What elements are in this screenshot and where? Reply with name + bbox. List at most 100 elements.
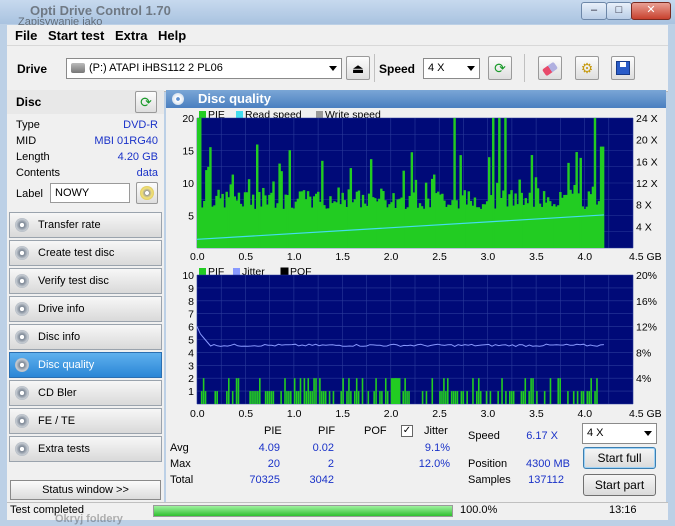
settings-button[interactable]: ⚙	[575, 56, 599, 80]
pif-bar	[501, 378, 503, 404]
pif-bar	[266, 391, 269, 404]
pif-bar	[431, 378, 434, 404]
pif-bar	[373, 391, 375, 404]
pif-bar	[270, 391, 273, 404]
pif-bar	[237, 378, 240, 404]
y-tick-label: 10	[182, 178, 194, 190]
disc-icon	[15, 274, 29, 288]
pif-bar	[307, 378, 310, 404]
legend-swatch	[316, 111, 323, 118]
erase-button[interactable]	[538, 56, 562, 80]
pif-bar	[284, 378, 286, 404]
pif-bar	[290, 391, 292, 404]
pif-bar	[259, 378, 261, 404]
disc-label-button[interactable]	[136, 182, 158, 204]
pif-bar	[454, 391, 457, 404]
y-tick-label: 2	[188, 373, 194, 385]
nav-label: Create test disc	[38, 247, 115, 259]
avg-jitter: 9.1%	[424, 442, 450, 454]
pif-bar	[228, 378, 230, 404]
eject-button[interactable]: ⏏	[346, 56, 370, 80]
pif-bar	[596, 378, 598, 404]
nav-drive-info[interactable]: Drive info	[9, 296, 162, 322]
test-speed-select[interactable]: 4 X	[582, 423, 657, 444]
legend-swatch	[236, 111, 243, 118]
eraser-icon	[541, 61, 559, 77]
menu-help[interactable]: Help	[158, 28, 186, 43]
menu-file[interactable]: File	[15, 28, 37, 43]
panel-header: Disc quality	[166, 90, 666, 108]
disc-icon	[15, 386, 29, 400]
pif-bar	[381, 391, 383, 404]
drive-select[interactable]: (P:) ATAPI iHBS112 2 PL06	[66, 58, 342, 79]
pif-bar	[367, 391, 370, 404]
nav-label: Disc quality	[38, 359, 95, 371]
y2-tick-label: 16 X	[636, 156, 658, 168]
nav-label: CD Bler	[38, 387, 77, 399]
drive-label: Drive	[17, 62, 48, 76]
floppy-icon	[616, 61, 630, 75]
nav-fe-te[interactable]: FE / TE	[9, 408, 162, 434]
disc-info-key: Type	[16, 119, 40, 131]
close-button[interactable]: ✕	[631, 2, 671, 20]
y2-tick-label: 12 X	[636, 178, 658, 190]
nav-create-test-disc[interactable]: Create test disc	[9, 240, 162, 266]
nav-label: Extra tests	[38, 443, 90, 455]
y2-tick-label: 16%	[636, 296, 657, 308]
maximize-button[interactable]: □	[606, 2, 632, 20]
speed-select[interactable]: 4 X	[423, 58, 480, 79]
pif-bar	[472, 378, 474, 404]
pif-bar	[272, 391, 275, 404]
pie-chart: PIE Read speed Write speed0.0 0.5 1.0 1.5 2.0 2…	[182, 109, 661, 263]
nav-disc-quality[interactable]: Disc quality	[9, 352, 162, 378]
pif-bar	[443, 378, 445, 404]
pif-bar	[340, 391, 342, 404]
x-tick-label: 1.0	[287, 408, 302, 420]
chevron-down-icon	[329, 66, 337, 71]
chevron-down-icon	[467, 66, 475, 71]
nav-label: Disc info	[38, 331, 81, 343]
menu-extra[interactable]: Extra	[115, 28, 148, 43]
stats-col-jitter: Jitter	[424, 425, 448, 437]
pif-bar	[355, 378, 358, 404]
nav-cd-bler[interactable]: CD Bler	[9, 380, 162, 406]
max-pif: 2	[327, 458, 334, 470]
pif-bar	[594, 391, 596, 404]
nav-extra-tests[interactable]: Extra tests	[9, 436, 162, 462]
disc-label-field[interactable]: NOWY	[50, 183, 130, 203]
max-pie: 20	[267, 458, 280, 470]
x-tick-label: 0.5	[238, 408, 253, 420]
save-button[interactable]	[611, 56, 635, 80]
refresh-speed-button[interactable]: ⟳	[488, 56, 512, 80]
nav-verify-test-disc[interactable]: Verify test disc	[9, 268, 162, 294]
pif-bar	[466, 391, 468, 404]
refresh-icon: ⟳	[140, 94, 152, 110]
menu-start-test[interactable]: Start test	[48, 28, 104, 43]
pif-bar	[580, 391, 583, 404]
pif-bar	[384, 378, 387, 404]
y2-tick-label: 4 X	[636, 221, 652, 233]
menu-bar: File Start test Extra Help	[7, 25, 668, 45]
jitter-checkbox[interactable]: ✓	[401, 425, 413, 437]
pif-bar	[286, 391, 288, 404]
stats-row-avg: Avg	[170, 442, 189, 454]
minimize-button[interactable]: –	[581, 2, 607, 20]
toolbar: Drive (P:) ATAPI iHBS112 2 PL06 ⏏ Speed …	[7, 45, 668, 92]
nav-disc-info[interactable]: Disc info	[9, 324, 162, 350]
pif-bar	[489, 391, 492, 404]
start-full-button[interactable]: Start full	[583, 447, 656, 469]
progress-percent: 100.0%	[460, 504, 498, 516]
nav-transfer-rate[interactable]: Transfer rate	[9, 212, 162, 238]
pif-bar	[532, 378, 534, 404]
legend-swatch	[199, 268, 206, 275]
pif-bar	[299, 378, 302, 404]
pif-bar	[255, 391, 257, 404]
pie-bar	[601, 146, 605, 248]
disc-icon	[15, 414, 29, 428]
legend-swatch	[233, 268, 240, 275]
refresh-disc-button[interactable]: ⟳	[135, 91, 157, 113]
panel-title: Disc quality	[198, 91, 271, 106]
pif-bar	[477, 378, 480, 404]
start-part-button[interactable]: Start part	[583, 474, 656, 496]
status-window-button[interactable]: Status window >>	[10, 480, 161, 500]
